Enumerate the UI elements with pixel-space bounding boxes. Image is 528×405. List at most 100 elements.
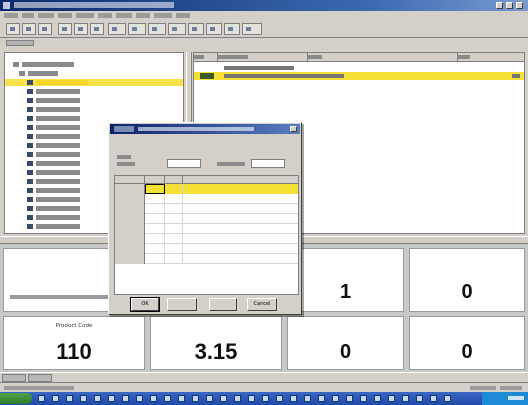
taskbar-app-icon[interactable] [430, 395, 437, 402]
grid-cell[interactable] [145, 204, 165, 214]
tree-item[interactable] [5, 106, 183, 113]
ok-button[interactable]: OK [130, 297, 160, 312]
taskbar-app-icon[interactable] [388, 395, 395, 402]
tree-item[interactable] [5, 97, 183, 104]
column-header[interactable] [194, 53, 218, 62]
grid-cell[interactable] [165, 214, 183, 224]
grid-cell[interactable] [183, 244, 298, 254]
list-item-selected[interactable] [194, 72, 524, 80]
tree-node[interactable] [5, 70, 183, 77]
column-header[interactable] [458, 53, 524, 62]
tree-item[interactable] [5, 115, 183, 122]
menu-item[interactable] [58, 13, 72, 18]
taskbar-app-icon[interactable] [346, 395, 353, 402]
taskbar-app-icon[interactable] [248, 395, 255, 402]
taskbar-app-icon[interactable] [136, 395, 143, 402]
grid-row[interactable] [115, 244, 298, 254]
grid-cell[interactable] [183, 254, 298, 264]
close-button[interactable] [516, 2, 523, 9]
grid-cell[interactable] [183, 234, 298, 244]
minimize-button[interactable] [496, 2, 503, 9]
taskbar-app-icon[interactable] [164, 395, 171, 402]
new-button[interactable] [6, 23, 20, 35]
menu-item[interactable] [136, 13, 150, 18]
menu-item[interactable] [4, 13, 18, 18]
grid-cell[interactable] [145, 254, 165, 264]
tool-button[interactable] [242, 23, 262, 35]
menu-item[interactable] [98, 13, 112, 18]
grid-cell[interactable] [145, 224, 165, 234]
taskbar-app-icon[interactable] [52, 395, 59, 402]
menu-item[interactable] [76, 13, 94, 18]
grid-column-header[interactable] [183, 176, 298, 184]
help-button[interactable] [224, 23, 240, 35]
disconnect-button[interactable] [128, 23, 146, 35]
grid-cell[interactable] [145, 234, 165, 244]
grid-cell[interactable] [165, 184, 183, 194]
close-icon[interactable] [290, 126, 297, 132]
taskbar-app-icon[interactable] [234, 395, 241, 402]
taskbar-app-icon[interactable] [276, 395, 283, 402]
view-selector[interactable] [6, 40, 34, 46]
quantity-field[interactable] [251, 159, 285, 168]
menu-item[interactable] [22, 13, 34, 18]
taskbar-app-icon[interactable] [150, 395, 157, 402]
cut-button[interactable] [58, 23, 72, 35]
taskbar-app-icon[interactable] [108, 395, 115, 402]
cancel-button[interactable]: Cancel [247, 298, 277, 311]
grid-cell[interactable] [145, 194, 165, 204]
monitor-button[interactable] [188, 23, 204, 35]
download-button[interactable] [148, 23, 166, 35]
grid-row[interactable] [115, 234, 298, 244]
dialog-button[interactable] [209, 298, 237, 311]
maximize-button[interactable] [506, 2, 513, 9]
grid-cell[interactable] [165, 244, 183, 254]
start-button[interactable] [0, 393, 32, 404]
taskbar-app-icon[interactable] [66, 395, 73, 402]
menu-item[interactable] [154, 13, 172, 18]
grid-cell[interactable] [183, 184, 298, 194]
taskbar-app-icon[interactable] [402, 395, 409, 402]
title-bar[interactable] [0, 0, 528, 11]
grid-cell[interactable] [145, 214, 165, 224]
tree-item[interactable] [5, 79, 183, 86]
tree-item[interactable] [5, 88, 183, 95]
grid-cell[interactable] [183, 224, 298, 234]
grid-cell[interactable] [183, 204, 298, 214]
menu-item[interactable] [38, 13, 54, 18]
taskbar-app-icon[interactable] [178, 395, 185, 402]
grid-column-header[interactable] [165, 176, 183, 184]
taskbar-app-icon[interactable] [206, 395, 213, 402]
address-field[interactable] [167, 159, 201, 168]
grid-cell[interactable] [165, 254, 183, 264]
settings-button[interactable] [206, 23, 222, 35]
column-header[interactable] [218, 53, 308, 62]
taskbar-app-icon[interactable] [444, 395, 451, 402]
taskbar-app-icon[interactable] [192, 395, 199, 402]
grid-row[interactable] [115, 204, 298, 214]
upload-button[interactable] [168, 23, 186, 35]
grid-cell[interactable] [145, 244, 165, 254]
menu-item[interactable] [176, 13, 190, 18]
taskbar-app-icon[interactable] [262, 395, 269, 402]
grid-cell[interactable] [145, 184, 165, 194]
paste-button[interactable] [90, 23, 104, 35]
grid-cell[interactable] [165, 234, 183, 244]
taskbar-app-icon[interactable] [38, 395, 45, 402]
grid-column-header[interactable] [145, 176, 165, 184]
taskbar-app-icon[interactable] [360, 395, 367, 402]
grid-cell[interactable] [183, 214, 298, 224]
grid-cell[interactable] [165, 194, 183, 204]
menu-item[interactable] [116, 13, 132, 18]
grid-cell[interactable] [165, 224, 183, 234]
dialog-button[interactable] [167, 298, 197, 311]
taskbar-app-icon[interactable] [220, 395, 227, 402]
list-item[interactable] [194, 64, 524, 72]
window-tab[interactable] [2, 374, 26, 382]
grid-row[interactable] [115, 194, 298, 204]
grid-cell[interactable] [183, 194, 298, 204]
grid-row[interactable] [115, 224, 298, 234]
copy-button[interactable] [74, 23, 88, 35]
save-button[interactable] [38, 23, 52, 35]
taskbar-app-icon[interactable] [94, 395, 101, 402]
